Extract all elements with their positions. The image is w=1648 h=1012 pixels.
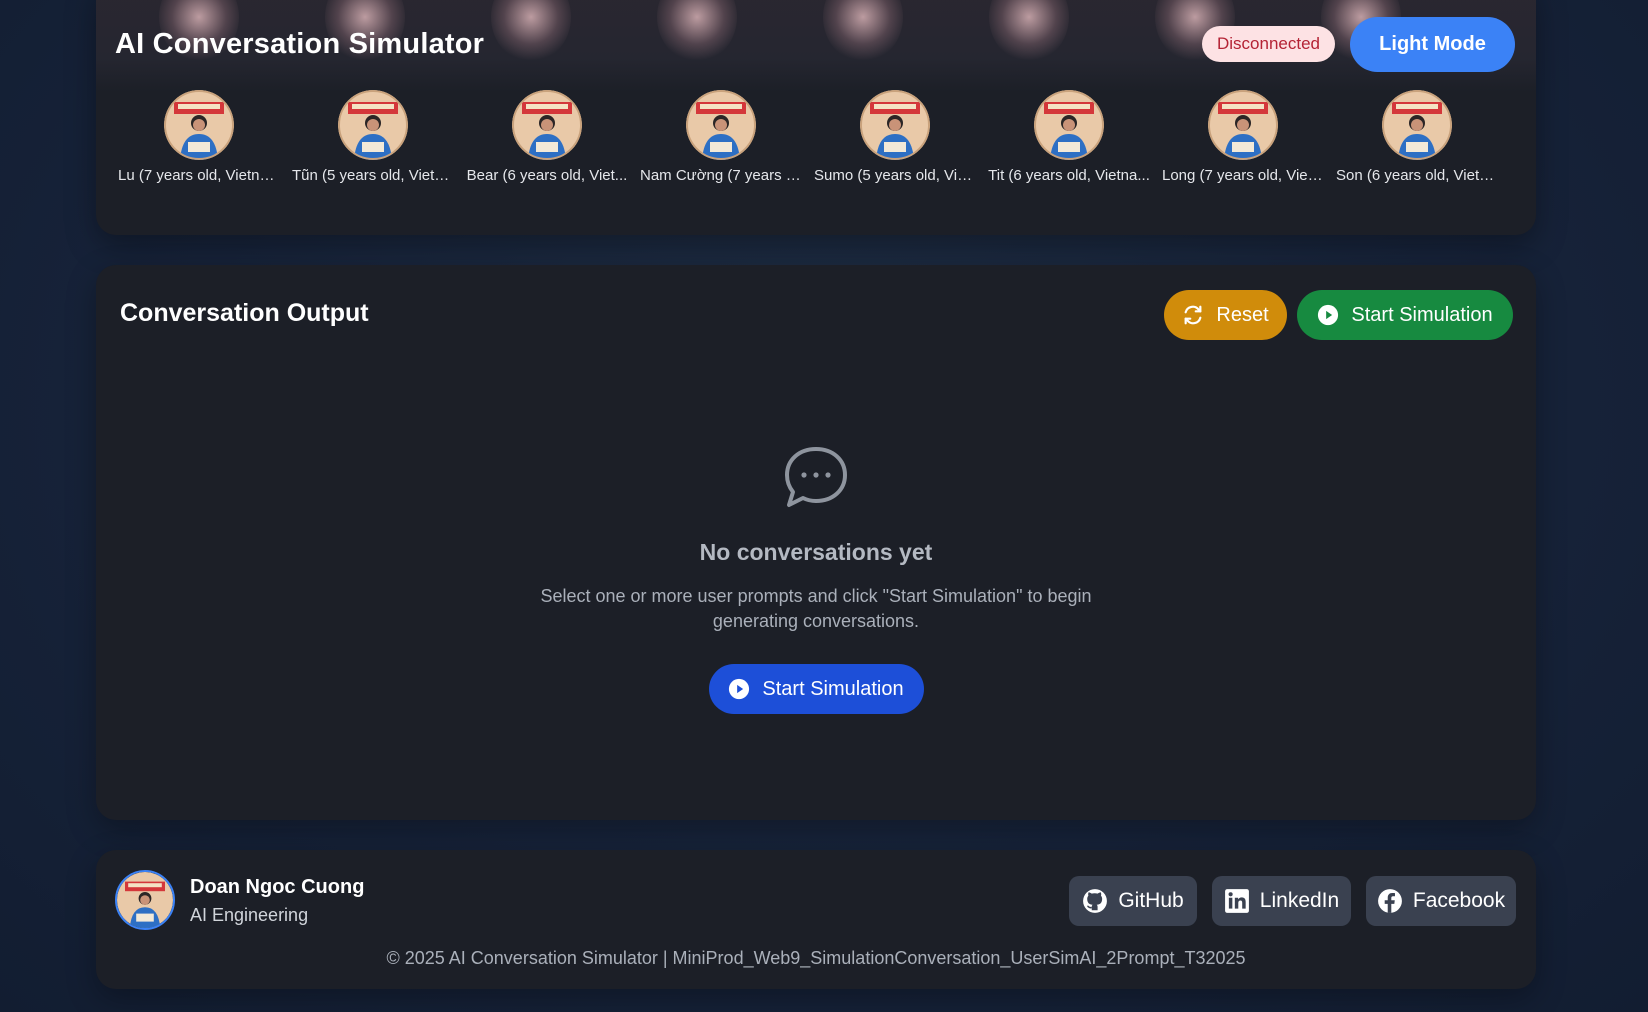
- conversation-output-panel: Conversation Output Reset Start Simulati…: [96, 265, 1536, 820]
- linkedin-link-button[interactable]: LinkedIn: [1212, 876, 1351, 926]
- author-avatar: [115, 870, 175, 930]
- conversation-output-title: Conversation Output: [120, 299, 369, 327]
- start-simulation-center-label: Start Simulation: [762, 677, 904, 700]
- author-name: Doan Ngoc Cuong: [190, 876, 365, 898]
- empty-state-title: No conversations yet: [699, 539, 933, 565]
- author-role: AI Engineering: [190, 905, 309, 925]
- persona-avatar: [338, 90, 408, 160]
- persona-name: Tũn (5 years old, Vietn...: [292, 167, 456, 184]
- light-mode-toggle-button[interactable]: Light Mode: [1350, 17, 1515, 72]
- app-title: AI Conversation Simulator: [115, 28, 485, 60]
- persona-item[interactable]: Tit (6 years old, Vietna...: [984, 90, 1154, 184]
- persona-avatar: [164, 90, 234, 160]
- github-icon: [1082, 888, 1108, 914]
- header-card: AI Conversation Simulator Disconnected L…: [96, 0, 1536, 235]
- reset-button[interactable]: Reset: [1164, 290, 1287, 340]
- persona-avatar: [1034, 90, 1104, 160]
- play-circle-icon: [728, 678, 750, 700]
- empty-state: No conversations yet Select one or more …: [96, 445, 1536, 714]
- play-circle-icon: [1317, 304, 1339, 326]
- github-link-button[interactable]: GitHub: [1069, 876, 1197, 926]
- github-label: GitHub: [1118, 889, 1184, 912]
- persona-name: Sumo (5 years old, Vie...: [814, 167, 978, 184]
- persona-name: Tit (6 years old, Vietna...: [988, 167, 1150, 184]
- persona-list: Lu (7 years old, Vietna... Tũn (5 years …: [114, 90, 1518, 200]
- linkedin-label: LinkedIn: [1259, 889, 1340, 912]
- persona-item[interactable]: Long (7 years old, Viet...: [1158, 90, 1328, 184]
- persona-name: Long (7 years old, Viet...: [1162, 167, 1325, 184]
- reset-label: Reset: [1216, 303, 1269, 326]
- refresh-icon: [1182, 304, 1204, 326]
- start-simulation-center-button[interactable]: Start Simulation: [708, 664, 924, 714]
- persona-avatar: [860, 90, 930, 160]
- linkedin-icon: [1224, 888, 1250, 914]
- persona-avatar: [512, 90, 582, 160]
- empty-state-description: Select one or more user prompts and clic…: [540, 586, 1092, 631]
- footer: Doan Ngoc Cuong AI Engineering GitHub Li…: [96, 850, 1536, 989]
- persona-item[interactable]: Bear (6 years old, Viet...: [462, 90, 632, 184]
- persona-avatar: [1382, 90, 1452, 160]
- connection-status-badge: Disconnected: [1202, 26, 1336, 62]
- persona-name: Son (6 years old, Vietn...: [1336, 167, 1500, 184]
- copyright-text: © 2025 AI Conversation Simulator | MiniP…: [386, 948, 1246, 968]
- persona-name: Bear (6 years old, Viet...: [466, 167, 628, 184]
- persona-name: Nam Cường (7 years o...: [640, 167, 806, 184]
- persona-avatar: [1208, 90, 1278, 160]
- start-simulation-button[interactable]: Start Simulation: [1297, 290, 1513, 340]
- persona-avatar: [686, 90, 756, 160]
- persona-item[interactable]: Tũn (5 years old, Vietn...: [288, 90, 458, 184]
- persona-item[interactable]: Sumo (5 years old, Vie...: [810, 90, 980, 184]
- persona-name: Lu (7 years old, Vietna...: [118, 167, 281, 184]
- facebook-label: Facebook: [1412, 889, 1506, 912]
- persona-item[interactable]: Lu (7 years old, Vietna...: [114, 90, 284, 184]
- facebook-link-button[interactable]: Facebook: [1366, 876, 1516, 926]
- persona-item[interactable]: Nam Cường (7 years o...: [636, 90, 806, 184]
- start-simulation-label: Start Simulation: [1351, 303, 1493, 326]
- chat-bubble-icon: [781, 445, 851, 509]
- persona-item[interactable]: Son (6 years old, Vietn...: [1332, 90, 1502, 184]
- facebook-icon: [1377, 888, 1403, 914]
- page: AI Conversation Simulator Disconnected L…: [0, 0, 1648, 1012]
